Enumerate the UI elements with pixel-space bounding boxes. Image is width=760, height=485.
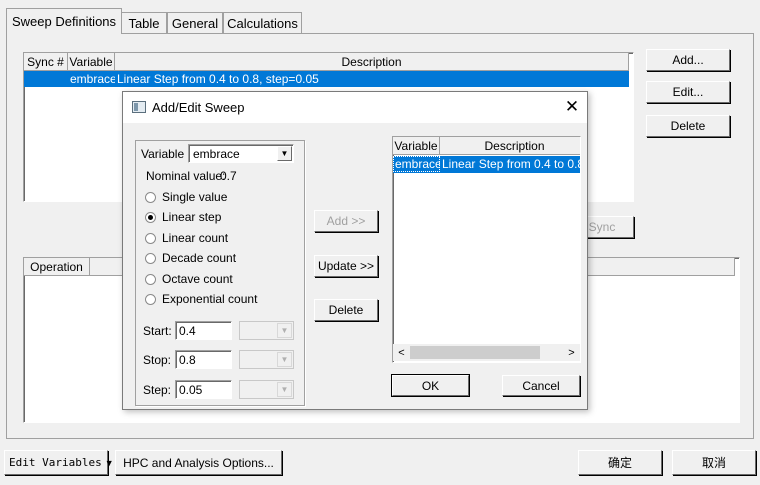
- tab-label: General: [171, 15, 219, 31]
- cancel-button[interactable]: 取消: [672, 450, 756, 475]
- ok-button[interactable]: 确定: [578, 450, 662, 475]
- dialog-title-bar[interactable]: Add/Edit Sweep ✕: [123, 92, 587, 123]
- column-header-operation[interactable]: Operation: [24, 258, 90, 276]
- dropdown-arrow-icon: ▼: [104, 457, 114, 468]
- tab-label: Table: [128, 15, 160, 31]
- tab-label: Calculations: [227, 15, 298, 31]
- delete-sweep-button[interactable]: Delete: [646, 115, 730, 137]
- tab-table[interactable]: Table: [121, 12, 167, 33]
- column-header-description[interactable]: Description: [115, 53, 629, 71]
- tab-general[interactable]: General: [167, 12, 223, 33]
- tab-label: Sweep Definitions: [11, 14, 117, 29]
- column-header-sync[interactable]: Sync #: [24, 53, 68, 71]
- edit-sweep-button[interactable]: Edit...: [646, 81, 730, 103]
- add-sweep-button[interactable]: Add...: [646, 49, 730, 71]
- cell-description: Linear Step from 0.4 to 0.8, step=0.05: [117, 72, 319, 86]
- tab-sweep-definitions[interactable]: Sweep Definitions: [6, 8, 122, 34]
- table-row[interactable]: embrace Linear Step from 0.4 to 0.8, ste…: [24, 71, 629, 87]
- app-icon: [132, 101, 146, 113]
- hpc-analysis-options-button[interactable]: HPC and Analysis Options...: [115, 450, 282, 475]
- sweep-settings-group: [135, 140, 305, 406]
- close-icon[interactable]: ✕: [563, 97, 581, 117]
- cell-sync: [24, 71, 68, 87]
- add-edit-sweep-dialog: Add/Edit Sweep ✕: [122, 91, 588, 410]
- column-header-variable[interactable]: Variable: [68, 53, 115, 71]
- dialog-title: Add/Edit Sweep: [152, 100, 245, 115]
- edit-variables-button[interactable]: Edit Variables ▼: [4, 450, 114, 475]
- cell-variable: embrace: [70, 72, 115, 86]
- tab-calculations[interactable]: Calculations: [223, 12, 302, 33]
